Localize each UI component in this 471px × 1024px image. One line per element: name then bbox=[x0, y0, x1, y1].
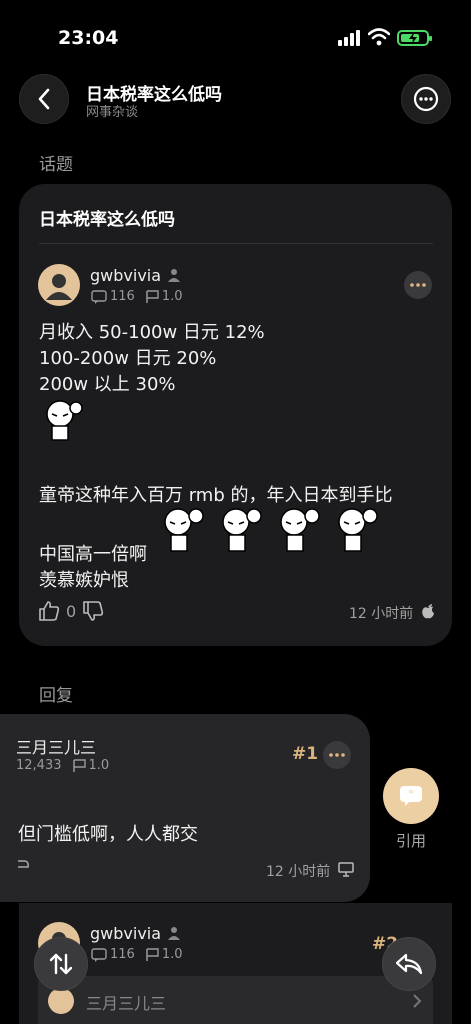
floor-number: #1 bbox=[292, 744, 319, 764]
post-line-5: 中国高一倍啊 bbox=[39, 544, 147, 565]
post-line-2: 100-200w 日元 20% bbox=[39, 348, 217, 369]
user-avatar-icon bbox=[46, 274, 72, 300]
comment-icon bbox=[91, 947, 107, 962]
sticker-row bbox=[164, 508, 378, 552]
topic-title: 日本税率这么低吗 bbox=[39, 210, 175, 230]
post-more-button[interactable] bbox=[404, 271, 432, 299]
flag-icon bbox=[146, 947, 159, 961]
status-time: 23:04 bbox=[58, 27, 119, 49]
reply2-author[interactable]: gwbvivia bbox=[90, 924, 161, 943]
thumbs-up-icon[interactable] bbox=[38, 600, 60, 622]
reply-card[interactable]: 三月三儿三 12,433 1.0 #1 但门槛低啊，人人都交 12 小时前 bbox=[0, 714, 370, 902]
ellipsis-icon bbox=[329, 753, 345, 757]
flag-level: 1.0 bbox=[161, 947, 183, 962]
divider bbox=[39, 243, 433, 244]
user-icon bbox=[168, 927, 180, 940]
author-meta: 116 1.0 bbox=[91, 289, 183, 304]
flag-level: 1.0 bbox=[88, 758, 110, 773]
sort-toggle-button[interactable] bbox=[34, 937, 88, 991]
back-button[interactable] bbox=[19, 74, 69, 124]
swap-vertical-icon bbox=[49, 953, 73, 975]
wifi-icon bbox=[368, 28, 390, 46]
post-line-3: 200w 以上 30% bbox=[39, 374, 176, 395]
apple-icon bbox=[422, 604, 434, 619]
author-name[interactable]: gwbvivia bbox=[90, 266, 161, 285]
post-line-1: 月收入 50-100w 日元 12% bbox=[39, 322, 265, 343]
cellular-signal-icon bbox=[338, 30, 360, 46]
posts-count: 12,433 bbox=[16, 758, 62, 773]
page-subtitle: 网事杂谈 bbox=[86, 105, 139, 120]
more-options-button[interactable] bbox=[401, 74, 451, 124]
flag-icon bbox=[72, 758, 86, 772]
thumbs-down-icon[interactable] bbox=[18, 860, 30, 876]
avatar[interactable] bbox=[38, 264, 80, 306]
reply-button[interactable] bbox=[382, 937, 436, 991]
reply-arrow-icon bbox=[395, 953, 423, 975]
user-icon bbox=[168, 269, 180, 282]
sticker-emoji bbox=[46, 400, 83, 441]
quote-label: 引用 bbox=[396, 832, 427, 850]
flag-icon bbox=[146, 289, 159, 303]
posts-count: 116 bbox=[110, 289, 135, 304]
reply-section-label: 回复 bbox=[39, 686, 73, 706]
chevron-right-icon bbox=[413, 994, 422, 1008]
reply-time: 12 小时前 bbox=[266, 864, 331, 880]
comment-icon bbox=[91, 289, 107, 304]
reply2-author-meta: 116 1.0 bbox=[91, 947, 183, 962]
like-count: 0 bbox=[66, 601, 77, 621]
quoted-author: 三月三儿三 bbox=[86, 994, 167, 1013]
reply-author[interactable]: 三月三儿三 bbox=[16, 734, 96, 758]
quoted-reply[interactable]: 三月三儿三 bbox=[38, 976, 433, 1024]
battery-charging-icon bbox=[397, 30, 432, 46]
avatar bbox=[48, 988, 74, 1014]
quote-button[interactable]: " bbox=[383, 768, 439, 824]
ellipsis-icon bbox=[410, 283, 426, 287]
chevron-left-icon bbox=[38, 88, 50, 110]
topic-section-label: 话题 bbox=[39, 155, 73, 175]
thumbs-down-icon[interactable] bbox=[82, 600, 104, 622]
post-time: 12 小时前 bbox=[349, 606, 414, 622]
desktop-icon bbox=[338, 862, 354, 877]
flag-level: 1.0 bbox=[161, 289, 183, 304]
svg-text:": " bbox=[408, 788, 414, 802]
vote-area: 0 bbox=[38, 600, 104, 622]
reply-author-meta: 12,433 1.0 bbox=[16, 758, 109, 773]
post-line-6: 羡慕嫉妒恨 bbox=[39, 570, 129, 591]
more-horizontal-icon bbox=[413, 86, 439, 112]
quote-icon: " bbox=[400, 786, 422, 806]
reply-text: 但门槛低啊，人人都交 bbox=[18, 824, 198, 845]
reply-more-button[interactable] bbox=[323, 741, 351, 769]
posts-count: 116 bbox=[110, 947, 135, 962]
